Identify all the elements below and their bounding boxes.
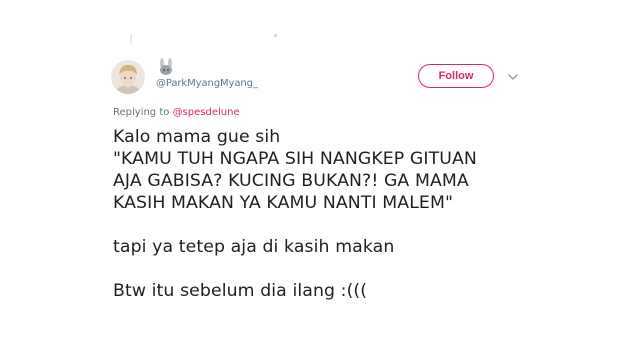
tweet-line: KASIH MAKAN YA KAMU NANTI MALEM": [113, 193, 453, 213]
author-handle[interactable]: @ParkMyangMyang_: [156, 78, 258, 89]
replying-to-mention[interactable]: @spesdelune: [173, 107, 240, 118]
tweet-line: "KAMU TUH NGAPA SIH NANGKEP GITUAN: [113, 149, 477, 169]
avatar[interactable]: [111, 60, 145, 94]
avatar-image: [111, 60, 145, 94]
bunny-icon: [160, 58, 172, 75]
replying-to: Replying to @spesdelune: [113, 107, 240, 118]
thread-connector-line: [130, 34, 132, 44]
tweet-line: Kalo mama gue sih: [113, 127, 281, 147]
tweet-line: tapi ya tetep aja di kasih makan: [113, 237, 395, 257]
tweet-line: Btw itu sebelum dia ilang :(((: [113, 281, 368, 301]
chevron-down-icon[interactable]: [507, 71, 519, 83]
follow-button[interactable]: Follow: [418, 64, 494, 88]
tweet-line: AJA GABISA? KUCING BUKAN?! GA MAMA: [113, 171, 469, 191]
replying-to-label: Replying to: [113, 107, 170, 118]
tweet-text: Kalo mama gue sih "KAMU TUH NGAPA SIH NA…: [113, 126, 553, 302]
thread-dot: [274, 34, 277, 37]
